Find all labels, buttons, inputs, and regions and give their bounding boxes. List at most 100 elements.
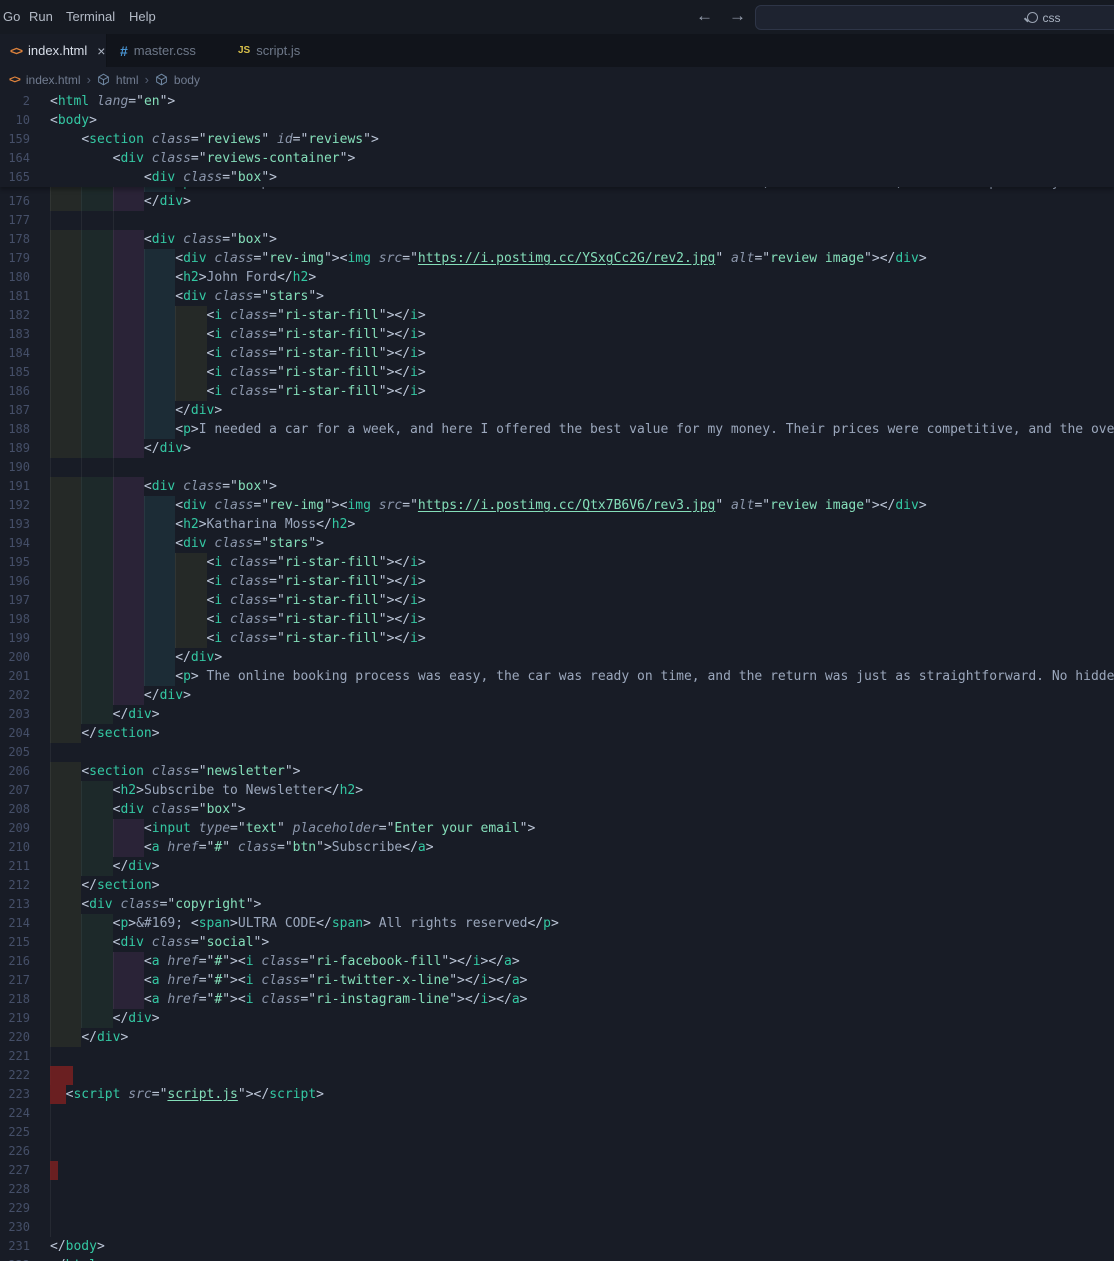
code-line[interactable]: 185 <i class="ri-star-fill"></i> <box>0 363 1114 382</box>
code-line[interactable]: 217 <a href="#"><i class="ri-twitter-x-l… <box>0 971 1114 990</box>
code-line[interactable]: 205 <box>0 743 1114 762</box>
nav-back-icon[interactable]: ← <box>696 0 713 34</box>
code-line[interactable]: 211 </div> <box>0 857 1114 876</box>
code-line[interactable]: 232 </html> <box>0 1256 1114 1261</box>
indent-error-band <box>50 1161 58 1180</box>
code-line[interactable]: 187 </div> <box>0 401 1114 420</box>
code-line[interactable]: 224 <box>0 1104 1114 1123</box>
title-bar: Go Run Terminal Help ← → css <box>0 0 1114 34</box>
code-line[interactable]: 221 <box>0 1047 1114 1066</box>
code-line[interactable]: 209 <input type="text" placeholder="Ente… <box>0 819 1114 838</box>
code-text: </div> <box>143 441 191 456</box>
code-line[interactable]: 186 <i class="ri-star-fill"></i> <box>0 382 1114 401</box>
tab-label: index.html <box>28 43 88 58</box>
code-line[interactable]: 193 <h2>Katharina Moss</h2> <box>0 515 1114 534</box>
sticky-code-line[interactable]: 159 <section class="reviews" id="reviews… <box>0 130 1114 149</box>
code-line[interactable]: 180 <h2>John Ford</h2> <box>0 268 1114 287</box>
code-line[interactable]: 206 <section class="newsletter"> <box>0 762 1114 781</box>
code-line[interactable]: 189 </div> <box>0 439 1114 458</box>
menu-go[interactable]: Go <box>3 0 20 34</box>
code-text: </section> <box>81 726 160 741</box>
tab-script-js[interactable]: JS script.js <box>228 34 310 67</box>
nav-forward-icon[interactable]: → <box>729 0 746 34</box>
code-line[interactable]: 176 </div> <box>0 192 1114 211</box>
line-number: 230 <box>8 1220 30 1234</box>
line-number: 228 <box>8 1182 30 1196</box>
code-line[interactable]: 213 <div class="copyright"> <box>0 895 1114 914</box>
code-line[interactable]: 179 <div class="rev-img"><img src="https… <box>0 249 1114 268</box>
line-number: 178 <box>8 232 30 246</box>
code-line[interactable]: 197 <i class="ri-star-fill"></i> <box>0 591 1114 610</box>
line-number: 226 <box>8 1144 30 1158</box>
code-line[interactable]: 227 <box>0 1161 1114 1180</box>
code-line[interactable]: 208 <div class="box"> <box>0 800 1114 819</box>
code-line[interactable]: 184 <i class="ri-star-fill"></i> <box>0 344 1114 363</box>
code-editor[interactable]: 175 <p>I was impressed with the conditio… <box>0 92 1114 1261</box>
code-line[interactable]: 178 <div class="box"> <box>0 230 1114 249</box>
code-line[interactable]: 225 <box>0 1123 1114 1142</box>
code-line[interactable]: 188 <p>I needed a car for a week, and he… <box>0 420 1114 439</box>
breadcrumb-file[interactable]: index.html <box>26 73 81 87</box>
code-line[interactable]: 199 <i class="ri-star-fill"></i> <box>0 629 1114 648</box>
sticky-scroll-header: 2 <html lang="en"> 10 <body> 159 <section cl… <box>0 92 1114 187</box>
line-number: 221 <box>8 1049 30 1063</box>
code-line[interactable]: 228 <box>0 1180 1114 1199</box>
code-line[interactable]: 196 <i class="ri-star-fill"></i> <box>0 572 1114 591</box>
code-line[interactable]: 216 <a href="#"><i class="ri-facebook-fi… <box>0 952 1114 971</box>
code-line[interactable]: 202 </div> <box>0 686 1114 705</box>
code-line[interactable]: 183 <i class="ri-star-fill"></i> <box>0 325 1114 344</box>
code-text: <html lang="en"> <box>50 94 176 109</box>
sticky-code-line[interactable]: 10 <body> <box>0 111 1114 130</box>
code-line[interactable]: 201 <p> The online booking process was e… <box>0 667 1114 686</box>
code-line[interactable]: 222 <box>0 1066 1114 1085</box>
code-line[interactable]: 218 <a href="#"><i class="ri-instagram-l… <box>0 990 1114 1009</box>
code-line[interactable]: 219 </div> <box>0 1009 1114 1028</box>
menu-help[interactable]: Help <box>129 0 156 34</box>
code-line[interactable]: 181 <div class="stars"> <box>0 287 1114 306</box>
code-line[interactable]: 203 </div> <box>0 705 1114 724</box>
code-line[interactable]: 212 </section> <box>0 876 1114 895</box>
line-number: 225 <box>8 1125 30 1139</box>
breadcrumb-node-body[interactable]: body <box>174 73 200 87</box>
code-line[interactable]: 190 <box>0 458 1114 477</box>
code-line[interactable]: 223 <script src="script.js"></script> <box>0 1085 1114 1104</box>
command-center-search[interactable]: css <box>755 5 1114 30</box>
code-line[interactable]: 194 <div class="stars"> <box>0 534 1114 553</box>
code-line[interactable]: 198 <i class="ri-star-fill"></i> <box>0 610 1114 629</box>
menu-run[interactable]: Run <box>29 0 53 34</box>
code-line[interactable]: 215 <div class="social"> <box>0 933 1114 952</box>
code-line[interactable]: 191 <div class="box"> <box>0 477 1114 496</box>
code-line[interactable]: 226 <box>0 1142 1114 1161</box>
code-line[interactable]: 204 </section> <box>0 724 1114 743</box>
indent-guide <box>50 1123 51 1142</box>
code-text: <div class="stars"> <box>175 536 324 551</box>
close-icon[interactable]: × <box>97 43 105 59</box>
code-line[interactable]: 177 <box>0 211 1114 230</box>
code-text: <h2>Katharina Moss</h2> <box>175 517 356 532</box>
code-text: <a href="#"><i class="ri-twitter-x-line"… <box>143 973 528 988</box>
code-line[interactable]: 195 <i class="ri-star-fill"></i> <box>0 553 1114 572</box>
code-line[interactable]: 220 </div> <box>0 1028 1114 1047</box>
code-text: </div> <box>112 707 160 722</box>
code-line[interactable]: 231 </body> <box>0 1237 1114 1256</box>
code-text: <div class="reviews-container"> <box>112 151 356 166</box>
sticky-code-line[interactable]: 2 <html lang="en"> <box>0 92 1114 111</box>
line-number: 193 <box>8 517 30 531</box>
sticky-code-line[interactable]: 165 <div class="box"> <box>0 168 1114 187</box>
code-line[interactable]: 229 <box>0 1199 1114 1218</box>
indent-guide <box>50 1180 51 1199</box>
breadcrumb-node-html[interactable]: html <box>116 73 139 87</box>
tab-index-html[interactable]: <> index.html × <box>0 34 107 67</box>
code-line[interactable]: 214 <p>&#169; <span>ULTRA CODE</span> Al… <box>0 914 1114 933</box>
code-line[interactable]: 200 </div> <box>0 648 1114 667</box>
line-number: 202 <box>8 688 30 702</box>
code-line[interactable]: 192 <div class="rev-img"><img src="https… <box>0 496 1114 515</box>
sticky-code-line[interactable]: 164 <div class="reviews-container"> <box>0 149 1114 168</box>
code-line[interactable]: 182 <i class="ri-star-fill"></i> <box>0 306 1114 325</box>
tab-master-css[interactable]: # master.css <box>110 34 206 67</box>
code-line[interactable]: 230 <box>0 1218 1114 1237</box>
code-line[interactable]: 210 <a href="#" class="btn">Subscribe</a… <box>0 838 1114 857</box>
code-line[interactable]: 207 <h2>Subscribe to Newsletter</h2> <box>0 781 1114 800</box>
code-text: <div class="rev-img"><img src="https://i… <box>175 498 927 513</box>
menu-terminal[interactable]: Terminal <box>66 0 115 34</box>
